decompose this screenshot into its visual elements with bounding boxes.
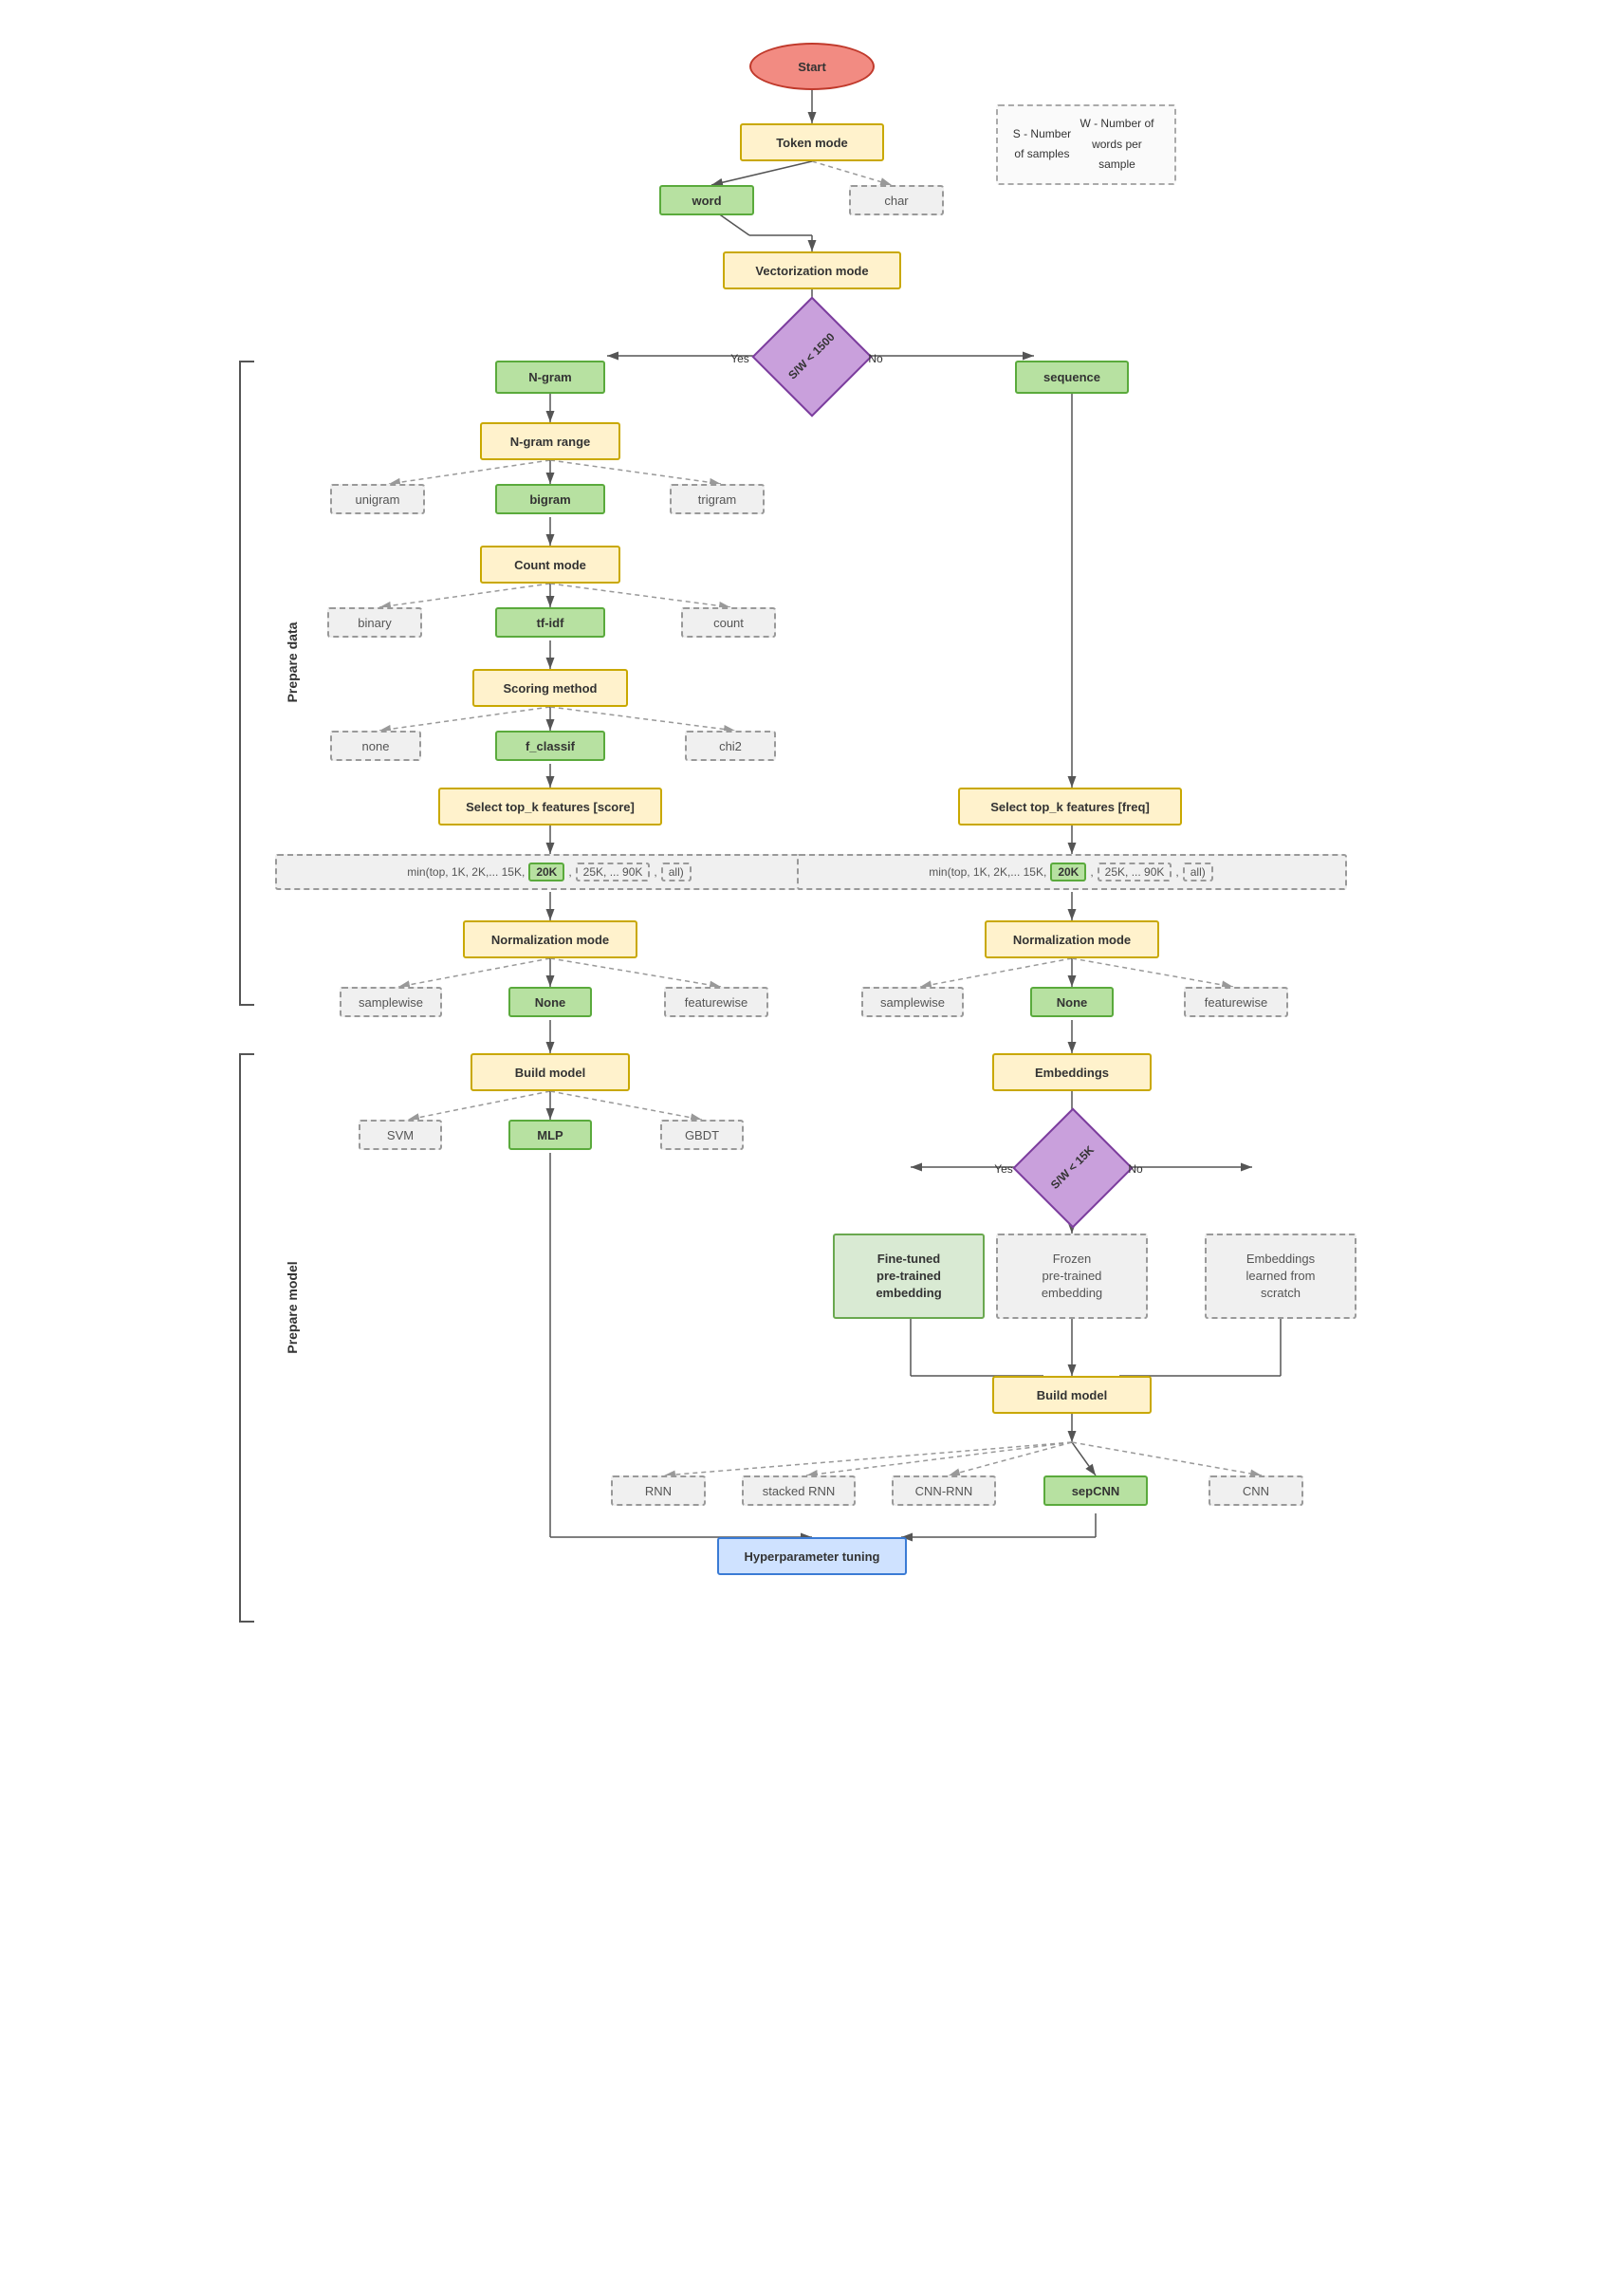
norm-mode-right-node: Normalization mode [985, 920, 1159, 958]
prepare-model-bracket [239, 1053, 254, 1623]
featurewise-right-node: featurewise [1184, 987, 1288, 1017]
hyperparameter-node: Hyperparameter tuning [717, 1537, 907, 1575]
yes2-label: Yes [985, 1160, 1023, 1178]
select-topk-freq-node: Select top_k features [freq] [958, 788, 1182, 826]
frozen-node: Frozen pre-trained embedding [996, 1234, 1148, 1319]
samplewise-left-node: samplewise [340, 987, 442, 1017]
legend-box: S - Number of samples W - Number of word… [996, 104, 1176, 185]
vectorization-mode-node: Vectorization mode [723, 251, 901, 289]
sequence-node: sequence [1015, 361, 1129, 394]
svm-node: SVM [359, 1120, 442, 1150]
word-node: word [659, 185, 754, 215]
topk-score-values: min(top, 1K, 2K,... 15K, 20K , 25K, ... … [275, 854, 825, 890]
topk-freq-values: min(top, 1K, 2K,... 15K, 20K , 25K, ... … [797, 854, 1347, 890]
embeddings-node: Embeddings [992, 1053, 1152, 1091]
flowchart-container: S - Number of samples W - Number of word… [0, 0, 1624, 2282]
legend-line1: S - Number of samples [1011, 124, 1073, 165]
no2-label: No [1121, 1160, 1150, 1178]
select-topk-score-node: Select top_k features [score] [438, 788, 662, 826]
ngram-node: N-gram [495, 361, 605, 394]
featurewise-left-node: featurewise [664, 987, 768, 1017]
stacked-rnn-node: stacked RNN [742, 1475, 856, 1506]
none-norm-right-node: None [1030, 987, 1114, 1017]
rnn-node: RNN [611, 1475, 706, 1506]
token-mode-node: Token mode [740, 123, 884, 161]
cnn-node: CNN [1209, 1475, 1303, 1506]
fclassif-node: f_classif [495, 731, 605, 761]
diamond1-wrapper: S/W < 1500 [768, 313, 856, 400]
diamond2-wrapper: S/W < 15K [1029, 1124, 1116, 1212]
count-mode-node: Count mode [480, 546, 620, 584]
samplewise-right-node: samplewise [861, 987, 964, 1017]
build-model-right-node: Build model [992, 1376, 1152, 1414]
ngram-range-node: N-gram range [480, 422, 620, 460]
none-norm-left-node: None [508, 987, 592, 1017]
none-score-node: none [330, 731, 421, 761]
chi2-node: chi2 [685, 731, 776, 761]
tfidf-node: tf-idf [495, 607, 605, 638]
binary-node: binary [327, 607, 422, 638]
yes1-label: Yes [721, 349, 759, 368]
start-node: Start [749, 43, 875, 90]
prepare-model-label: Prepare model [285, 1222, 300, 1393]
count-node: count [681, 607, 776, 638]
learned-node: Embeddings learned from scratch [1205, 1234, 1356, 1319]
unigram-node: unigram [330, 484, 425, 514]
char-node: char [849, 185, 944, 215]
scoring-method-node: Scoring method [472, 669, 628, 707]
build-model-left-node: Build model [471, 1053, 630, 1091]
mlp-node: MLP [508, 1120, 592, 1150]
sepcnn-node: sepCNN [1043, 1475, 1148, 1506]
bigram-node: bigram [495, 484, 605, 514]
cnn-rnn-node: CNN-RNN [892, 1475, 996, 1506]
gbdt-node: GBDT [660, 1120, 744, 1150]
norm-mode-left-node: Normalization mode [463, 920, 637, 958]
prepare-data-label: Prepare data [285, 577, 300, 748]
trigram-node: trigram [670, 484, 765, 514]
fine-tuned-node: Fine-tuned pre-trained embedding [833, 1234, 985, 1319]
prepare-data-bracket [239, 361, 254, 1006]
no1-label: No [861, 349, 890, 368]
legend-line2: W - Number of words per sample [1073, 114, 1161, 176]
